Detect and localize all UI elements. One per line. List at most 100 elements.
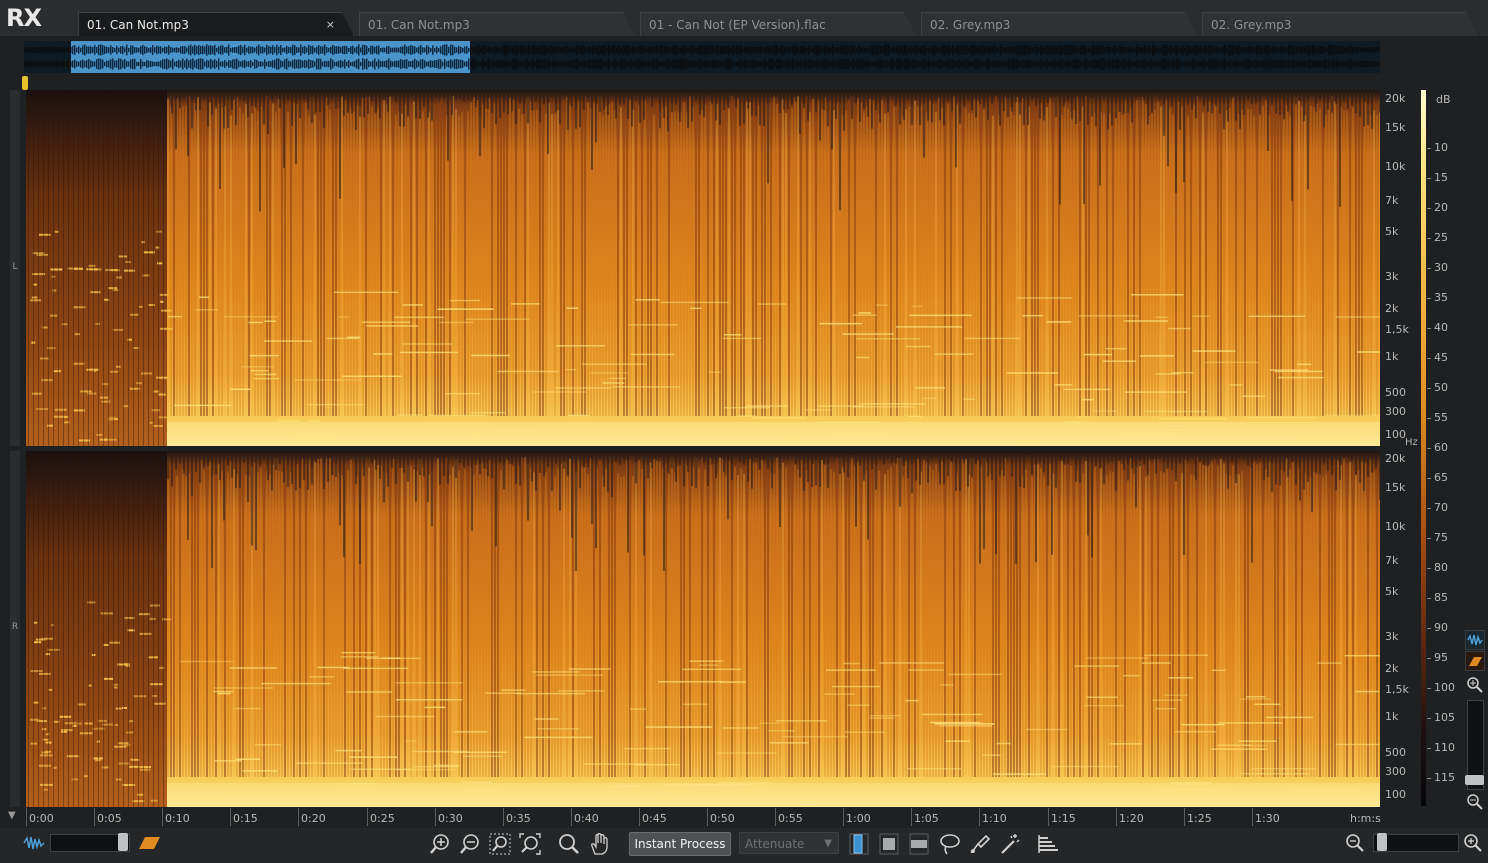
spectrogram-right[interactable] [26, 451, 1380, 807]
db-scale-label: 35 [1434, 291, 1448, 304]
waveform-view-icon [23, 835, 45, 850]
db-scale-tick [1427, 268, 1431, 269]
zoom-in-button[interactable] [428, 832, 454, 856]
db-colorbar [1421, 90, 1426, 806]
time-label: 0:50 [710, 812, 735, 825]
lasso-icon [940, 834, 960, 855]
db-scale-tick [1427, 688, 1431, 689]
instant-process-button[interactable]: Instant Process [629, 832, 731, 856]
hand-tool-button[interactable] [588, 832, 614, 856]
left-freq-label: 7k [1385, 194, 1399, 207]
zoom-fit-button[interactable] [518, 832, 544, 856]
magnify-tool-button[interactable] [556, 832, 582, 856]
frequency-zoom-in-button[interactable] [1466, 676, 1484, 694]
tab-file-3[interactable]: 01 - Can Not (EP Version).flac [640, 12, 916, 36]
left-freq-label: 300 [1385, 405, 1406, 418]
db-scale-label: 90 [1434, 621, 1448, 634]
tab-label: 02. Grey.mp3 [930, 18, 1011, 32]
time-tick [775, 808, 776, 826]
db-scale-label: 55 [1434, 411, 1448, 424]
zoom-selection-icon [489, 833, 511, 855]
zoom-selection-button[interactable] [488, 832, 514, 856]
right-freq-label: 1,5k [1385, 683, 1409, 696]
tab-label: 01 - Can Not (EP Version).flac [649, 18, 826, 32]
tab-file-4[interactable]: 02. Grey.mp3 [921, 12, 1197, 36]
horizontal-zoom-slider-thumb[interactable] [1377, 833, 1387, 851]
frequency-zoom-out-button[interactable] [1466, 793, 1484, 811]
zoom-out-horizontal-icon [1346, 834, 1364, 852]
zoom-out-icon [1467, 794, 1483, 810]
time-tick [707, 808, 708, 826]
db-scale-label: 75 [1434, 531, 1448, 544]
db-scale-label: 25 [1434, 231, 1448, 244]
frequency-selection-icon [909, 833, 929, 855]
time-label: 0:05 [97, 812, 122, 825]
time-label: 0:10 [165, 812, 190, 825]
left-freq-label: 1k [1385, 350, 1399, 363]
zoom-in-horizontal-icon [1464, 834, 1482, 852]
instant-process-mode-select[interactable]: Attenuate ▼ [739, 832, 839, 854]
spectrogram-display-button[interactable] [136, 834, 162, 858]
zoom-fit-icon [519, 833, 541, 855]
spectrum-analyzer-button[interactable] [1036, 832, 1062, 856]
time-frequency-selection-tool-button[interactable] [878, 832, 904, 856]
db-unit-label: dB [1436, 93, 1451, 106]
display-blend-slider-thumb[interactable] [118, 833, 128, 851]
time-tick [503, 808, 504, 826]
left-freq-label: 5k [1385, 225, 1399, 238]
spectrogram-left-graphic [26, 90, 1380, 446]
db-scale-tick [1427, 358, 1431, 359]
time-selection-tool-button[interactable] [848, 832, 874, 856]
time-ruler[interactable] [24, 808, 1384, 826]
brush-tool-button[interactable] [968, 832, 994, 856]
lasso-tool-button[interactable] [938, 832, 964, 856]
time-selection-icon [849, 833, 869, 855]
db-scale-tick [1427, 538, 1431, 539]
db-scale-label: 30 [1434, 261, 1448, 274]
time-label: 1:25 [1187, 812, 1212, 825]
left-freq-label: 15k [1385, 121, 1406, 134]
right-freq-label: 20k [1385, 452, 1406, 465]
waveform-display-button[interactable] [22, 834, 48, 858]
db-scale-tick [1427, 148, 1431, 149]
horizontal-zoom-out-button[interactable] [1344, 832, 1370, 856]
db-scale-label: 95 [1434, 651, 1448, 664]
zoom-out-button[interactable] [458, 832, 484, 856]
db-scale-tick [1427, 598, 1431, 599]
time-label: 1:20 [1119, 812, 1144, 825]
right-freq-label: 500 [1385, 746, 1406, 759]
magic-wand-icon [1001, 834, 1020, 854]
magic-wand-tool-button[interactable] [998, 832, 1024, 856]
right-freq-label: 300 [1385, 765, 1406, 778]
db-scale-label: 100 [1434, 681, 1455, 694]
waveform-view-toggle[interactable] [1465, 630, 1485, 650]
frequency-selection-tool-button[interactable] [908, 832, 934, 856]
left-freq-label: 10k [1385, 160, 1406, 173]
time-label: 0:35 [506, 812, 531, 825]
time-tick [571, 808, 572, 826]
db-scale-tick [1427, 748, 1431, 749]
tab-file-5[interactable]: 02. Grey.mp3 [1202, 12, 1478, 36]
app-logo: RX [6, 4, 42, 32]
playhead-marker[interactable] [22, 76, 28, 90]
time-label: 0:20 [301, 812, 326, 825]
hand-icon [591, 833, 608, 855]
spectrogram-view-toggle[interactable] [1465, 651, 1485, 671]
close-icon[interactable]: × [326, 13, 335, 37]
spectrogram-left[interactable] [26, 90, 1380, 446]
time-label: 1:05 [914, 812, 939, 825]
scroll-down-arrow-icon[interactable]: ▼ [8, 810, 16, 821]
tab-file-2[interactable]: 01. Can Not.mp3 [359, 12, 635, 36]
time-tick [1116, 808, 1117, 826]
db-scale-label: 40 [1434, 321, 1448, 334]
right-freq-label: 100 [1385, 788, 1406, 801]
overview-waveform[interactable] [24, 41, 1380, 73]
left-freq-label: 3k [1385, 270, 1399, 283]
tab-file-1[interactable]: 01. Can Not.mp3 × [78, 12, 354, 36]
time-label: 0:30 [438, 812, 463, 825]
right-freq-label: 3k [1385, 630, 1399, 643]
horizontal-zoom-in-button[interactable] [1462, 832, 1488, 856]
db-scale-tick [1427, 178, 1431, 179]
spectrogram-view-icon [1469, 657, 1482, 666]
frequency-zoom-slider-thumb[interactable] [1465, 775, 1484, 785]
